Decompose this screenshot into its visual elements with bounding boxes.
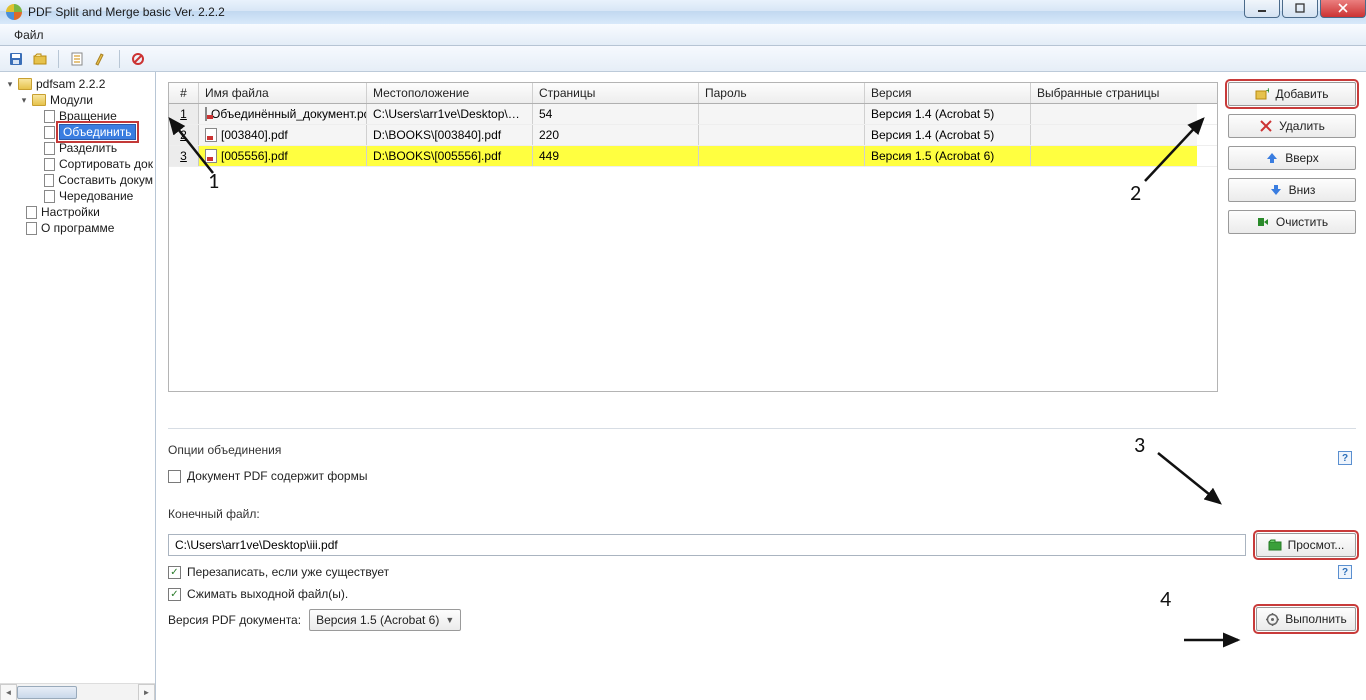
forms-checkbox-label: Документ PDF содержит формы	[187, 469, 367, 483]
tree-item-merge[interactable]: Объединить	[2, 124, 153, 140]
folder-open-icon	[1268, 538, 1282, 552]
pdf-version-select[interactable]: Версия 1.5 (Acrobat 6) ▼	[309, 609, 461, 631]
tree-item-about[interactable]: О программе	[2, 220, 153, 236]
annotation-2: 2	[1130, 179, 1141, 206]
overwrite-checkbox[interactable]: ✓	[168, 566, 181, 579]
overwrite-label: Перезаписать, если уже существует	[187, 565, 389, 579]
tree-item-rotate[interactable]: Вращение	[2, 108, 153, 124]
arrow-down-icon	[1269, 183, 1283, 197]
page-icon	[44, 174, 54, 187]
exit-icon[interactable]	[128, 49, 148, 69]
window-title: PDF Split and Merge basic Ver. 2.2.2	[28, 5, 225, 19]
maximize-button[interactable]	[1282, 0, 1318, 18]
tree-item-sort[interactable]: Сортировать док	[2, 156, 153, 172]
folder-icon	[32, 94, 46, 106]
up-button[interactable]: Вверх	[1228, 146, 1356, 170]
tree-item-settings[interactable]: Настройки	[2, 204, 153, 220]
minimize-button[interactable]	[1244, 0, 1280, 18]
toolbar-separator	[58, 50, 59, 68]
title-bar: PDF Split and Merge basic Ver. 2.2.2	[0, 0, 1366, 24]
file-table[interactable]: # Имя файла Местоположение Страницы Паро…	[168, 82, 1218, 392]
toolbar	[0, 46, 1366, 72]
down-button[interactable]: Вниз	[1228, 178, 1356, 202]
toolbar-separator	[119, 50, 120, 68]
clear-log-icon[interactable]	[91, 49, 111, 69]
col-num[interactable]: #	[169, 83, 199, 103]
annotation-3: 3	[1134, 431, 1145, 458]
page-icon	[26, 206, 37, 219]
col-selected[interactable]: Выбранные страницы	[1031, 83, 1197, 103]
col-filename[interactable]: Имя файла	[199, 83, 367, 103]
tree-modules[interactable]: ▾ Модули	[2, 92, 153, 108]
app-logo-icon	[6, 4, 22, 20]
col-version[interactable]: Версия	[865, 83, 1031, 103]
pdf-icon	[205, 107, 207, 121]
module-tree[interactable]: ▾ pdfsam 2.2.2 ▾ Модули Вращение Объедин…	[0, 72, 155, 683]
pdf-version-label: Версия PDF документа:	[168, 613, 301, 627]
collapse-icon[interactable]: ▾	[18, 94, 30, 106]
table-row[interactable]: 3 [005556].pdf D:\BOOKS\[005556].pdf 449…	[169, 146, 1217, 167]
tree-item-split[interactable]: Разделить	[2, 140, 153, 156]
sidebar-scrollbar[interactable]: ◄►	[0, 683, 155, 700]
page-icon	[26, 222, 37, 235]
annotation-4: 4	[1160, 585, 1171, 612]
remove-button[interactable]: Удалить	[1228, 114, 1356, 138]
col-pages[interactable]: Страницы	[533, 83, 699, 103]
dest-input[interactable]	[168, 534, 1246, 556]
menu-bar: Файл	[0, 24, 1366, 46]
browse-button[interactable]: Просмот...	[1256, 533, 1356, 557]
arrow-up-icon	[1265, 151, 1279, 165]
collapse-icon[interactable]: ▾	[4, 78, 16, 90]
dest-label: Конечный файл:	[168, 507, 1356, 521]
page-icon	[44, 110, 55, 123]
close-button[interactable]	[1320, 0, 1366, 18]
load-icon[interactable]	[30, 49, 50, 69]
page-icon	[44, 158, 55, 171]
folder-icon	[18, 78, 32, 90]
tree-root[interactable]: ▾ pdfsam 2.2.2	[2, 76, 153, 92]
page-icon	[44, 190, 55, 203]
table-row[interactable]: 1 Объединённый_документ.pdf C:\Users\arr…	[169, 104, 1217, 125]
clear-button[interactable]: Очистить	[1228, 210, 1356, 234]
tree-item-alternate[interactable]: Чередование	[2, 188, 153, 204]
help-icon[interactable]: ?	[1338, 565, 1352, 579]
pdf-icon	[205, 128, 217, 142]
page-icon	[44, 126, 55, 139]
menu-file[interactable]: Файл	[8, 28, 50, 42]
tree-item-compose[interactable]: Составить докум	[2, 172, 153, 188]
page-icon	[44, 142, 55, 155]
table-row[interactable]: 2 [003840].pdf D:\BOOKS\[003840].pdf 220…	[169, 125, 1217, 146]
annotation-1: 1	[208, 167, 219, 194]
forms-checkbox[interactable]	[168, 470, 181, 483]
pdf-icon	[205, 149, 217, 163]
options-title: Опции объединения	[168, 443, 1356, 457]
col-password[interactable]: Пароль	[699, 83, 865, 103]
add-icon: +	[1255, 87, 1269, 101]
gear-icon	[1265, 612, 1279, 626]
save-icon[interactable]	[6, 49, 26, 69]
compress-checkbox[interactable]: ✓	[168, 588, 181, 601]
add-button[interactable]: + Добавить	[1228, 82, 1356, 106]
col-location[interactable]: Местоположение	[367, 83, 533, 103]
chevron-down-icon: ▼	[445, 615, 454, 625]
compress-label: Сжимать выходной файл(ы).	[187, 587, 348, 601]
clear-icon	[1256, 215, 1270, 229]
help-icon[interactable]: ?	[1338, 451, 1352, 465]
svg-text:+: +	[1266, 87, 1269, 95]
log-icon[interactable]	[67, 49, 87, 69]
sidebar: ▾ pdfsam 2.2.2 ▾ Модули Вращение Объедин…	[0, 72, 156, 700]
run-button[interactable]: Выполнить	[1256, 607, 1356, 631]
remove-icon	[1259, 119, 1273, 133]
